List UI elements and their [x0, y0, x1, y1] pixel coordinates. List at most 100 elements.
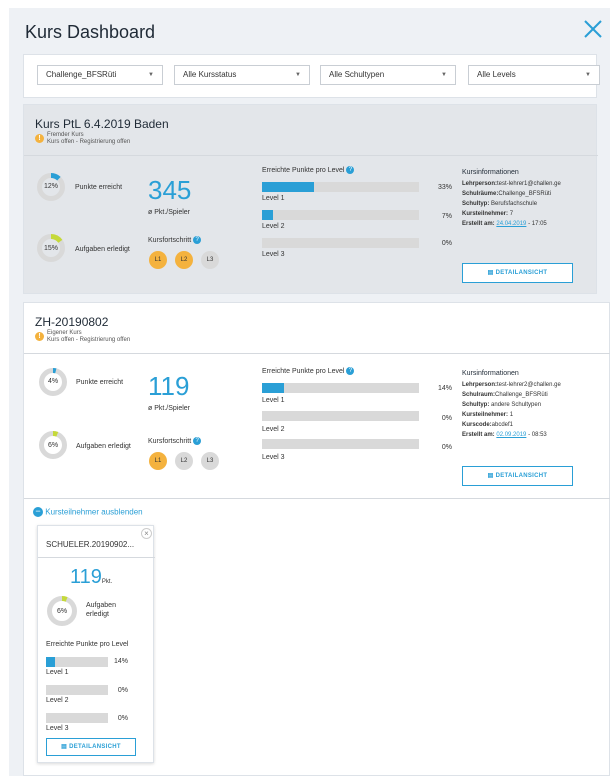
student-tasks-label-1: Aufgaben — [86, 602, 116, 609]
chevron-down-icon: ▼ — [441, 72, 447, 78]
course-title: Kurs PtL 6.4.2019 Baden — [35, 117, 169, 131]
close-icon[interactable]: × — [141, 528, 152, 539]
progress-step-2: L2 — [175, 251, 193, 269]
course-info: Lehrperson:test-lehrer2@challen.ge Schul… — [462, 382, 561, 438]
created-date-link[interactable]: 24.04.2019 — [496, 221, 526, 227]
level-bar — [262, 411, 419, 421]
filter-level-select[interactable]: Alle Levels ▼ — [468, 65, 600, 85]
help-icon[interactable]: ? — [193, 236, 202, 244]
points-percent: 4% — [47, 378, 59, 385]
level-label: Level 2 — [262, 223, 285, 230]
level-percent: 14% — [113, 658, 128, 665]
level-percent: 0% — [117, 715, 128, 722]
progress-step-3: L3 — [201, 452, 219, 470]
level-percent: 0% — [441, 444, 452, 451]
progress-step-2: L2 — [175, 452, 193, 470]
document-icon: ▤ — [61, 744, 68, 750]
filter-school-select[interactable]: Challenge_BFSRüti ▼ — [37, 65, 163, 85]
avg-points-label: ø Pkt./Spieler — [148, 405, 191, 412]
level-bar — [262, 238, 419, 248]
course-info-title: Kursinformationen — [462, 370, 519, 377]
course-type: Fremder Kurs — [47, 132, 84, 138]
avg-points-value: 345 — [148, 175, 192, 205]
avg-points-value: 119 — [148, 371, 190, 401]
levels-title: Erreichte Punkte pro Level — [46, 641, 129, 648]
progress-title: Kursfortschritt ? — [148, 236, 202, 244]
student-name: SCHUELER.20190902... — [46, 540, 135, 549]
progress-title: Kursfortschritt ? — [148, 437, 202, 445]
level-label: Level 3 — [262, 454, 285, 461]
detail-button[interactable]: ▤ DETAILANSICHT — [462, 466, 573, 486]
course-info: Lehrperson:test-lehrer1@challen.ge Schul… — [462, 181, 561, 227]
filter-course-status-select[interactable]: Alle Kursstatus ▼ — [174, 65, 310, 85]
chevron-down-icon: ▼ — [585, 72, 591, 78]
student-card: SCHUELER.20190902... × 119Pkt. 6% Aufgab… — [37, 525, 155, 763]
level-percent: 0% — [441, 415, 452, 422]
level-percent: 0% — [117, 687, 128, 694]
info-icon: ! — [35, 332, 44, 341]
course-card: Kurs PtL 6.4.2019 Baden ! Fremder Kurs K… — [23, 104, 598, 294]
info-icon: ! — [35, 134, 44, 143]
student-tasks-percent: 6% — [56, 608, 68, 615]
help-icon[interactable]: ? — [346, 367, 355, 375]
detail-button[interactable]: ▤ DETAILANSICHT — [462, 263, 573, 283]
level-label: Level 1 — [46, 669, 69, 676]
level-percent: 33% — [437, 184, 452, 191]
chevron-down-icon: ▼ — [295, 72, 301, 78]
tasks-percent: 6% — [47, 442, 59, 449]
divider — [24, 353, 610, 354]
level-bar — [262, 383, 419, 393]
level-percent: 0% — [441, 240, 452, 247]
progress-step-3: L3 — [201, 251, 219, 269]
filter-school-type-select[interactable]: Alle Schultypen ▼ — [320, 65, 456, 85]
progress-step-1: L1 — [149, 452, 167, 470]
course-status: Kurs offen - Registrierung offen — [47, 337, 131, 343]
level-percent: 14% — [437, 385, 452, 392]
close-icon[interactable] — [582, 18, 604, 40]
level-percent: 7% — [441, 213, 452, 220]
help-icon[interactable]: ? — [193, 437, 202, 445]
level-label: Level 1 — [262, 397, 285, 404]
document-icon: ▤ — [487, 270, 494, 276]
level-bar-fill — [262, 182, 314, 192]
levels-title: Erreichte Punkte pro Level ? — [262, 166, 355, 174]
level-label: Level 1 — [262, 195, 285, 202]
course-type: Eigener Kurs — [47, 330, 82, 336]
level-label: Level 3 — [46, 725, 69, 732]
dashboard-panel: Kurs Dashboard Challenge_BFSRüti ▼ Alle K… — [9, 8, 610, 776]
points-label: Punkte erreicht — [75, 184, 123, 191]
levels-title: Erreichte Punkte pro Level ? — [262, 367, 355, 375]
minus-circle-icon: − — [33, 507, 43, 517]
document-icon: ▤ — [487, 473, 494, 479]
tasks-percent: 15% — [43, 245, 58, 252]
course-title: ZH-20190802 — [35, 315, 109, 329]
level-bar-fill — [262, 383, 284, 393]
filter-bar: Challenge_BFSRüti ▼ Alle Kursstatus ▼ Alle… — [23, 54, 600, 98]
course-status: Kurs offen - Registrierung offen — [47, 139, 131, 145]
course-info-title: Kursinformationen — [462, 169, 519, 176]
toggle-participants-link[interactable]: − Kursteilnehmer ausblenden — [33, 507, 143, 517]
avg-points-label: ø Pkt./Spieler — [148, 209, 191, 216]
level-label: Level 2 — [262, 426, 285, 433]
level-bar — [262, 182, 419, 192]
page-title: Kurs Dashboard — [25, 22, 156, 42]
progress-step-1: L1 — [149, 251, 167, 269]
chevron-down-icon: ▼ — [148, 72, 154, 78]
student-points: 119Pkt. — [70, 566, 113, 588]
help-icon[interactable]: ? — [346, 166, 355, 174]
tasks-label: Aufgaben erledigt — [75, 246, 130, 253]
divider — [38, 557, 155, 558]
divider — [24, 498, 610, 499]
level-bar-fill — [46, 657, 55, 667]
divider — [24, 155, 598, 156]
level-bar — [262, 439, 419, 449]
course-card: ZH-20190802 ! Eigener Kurs Kurs offen - … — [23, 302, 610, 776]
created-date-link[interactable]: 02.09.2019 — [496, 432, 526, 438]
points-percent: 12% — [43, 183, 58, 190]
level-bar — [262, 210, 419, 220]
student-tasks-label-2: erledigt — [86, 611, 109, 618]
tasks-label: Aufgaben erledigt — [76, 443, 131, 450]
level-label: Level 3 — [262, 251, 285, 258]
level-label: Level 2 — [46, 697, 69, 704]
detail-button[interactable]: ▤ DETAILANSICHT — [46, 738, 136, 756]
